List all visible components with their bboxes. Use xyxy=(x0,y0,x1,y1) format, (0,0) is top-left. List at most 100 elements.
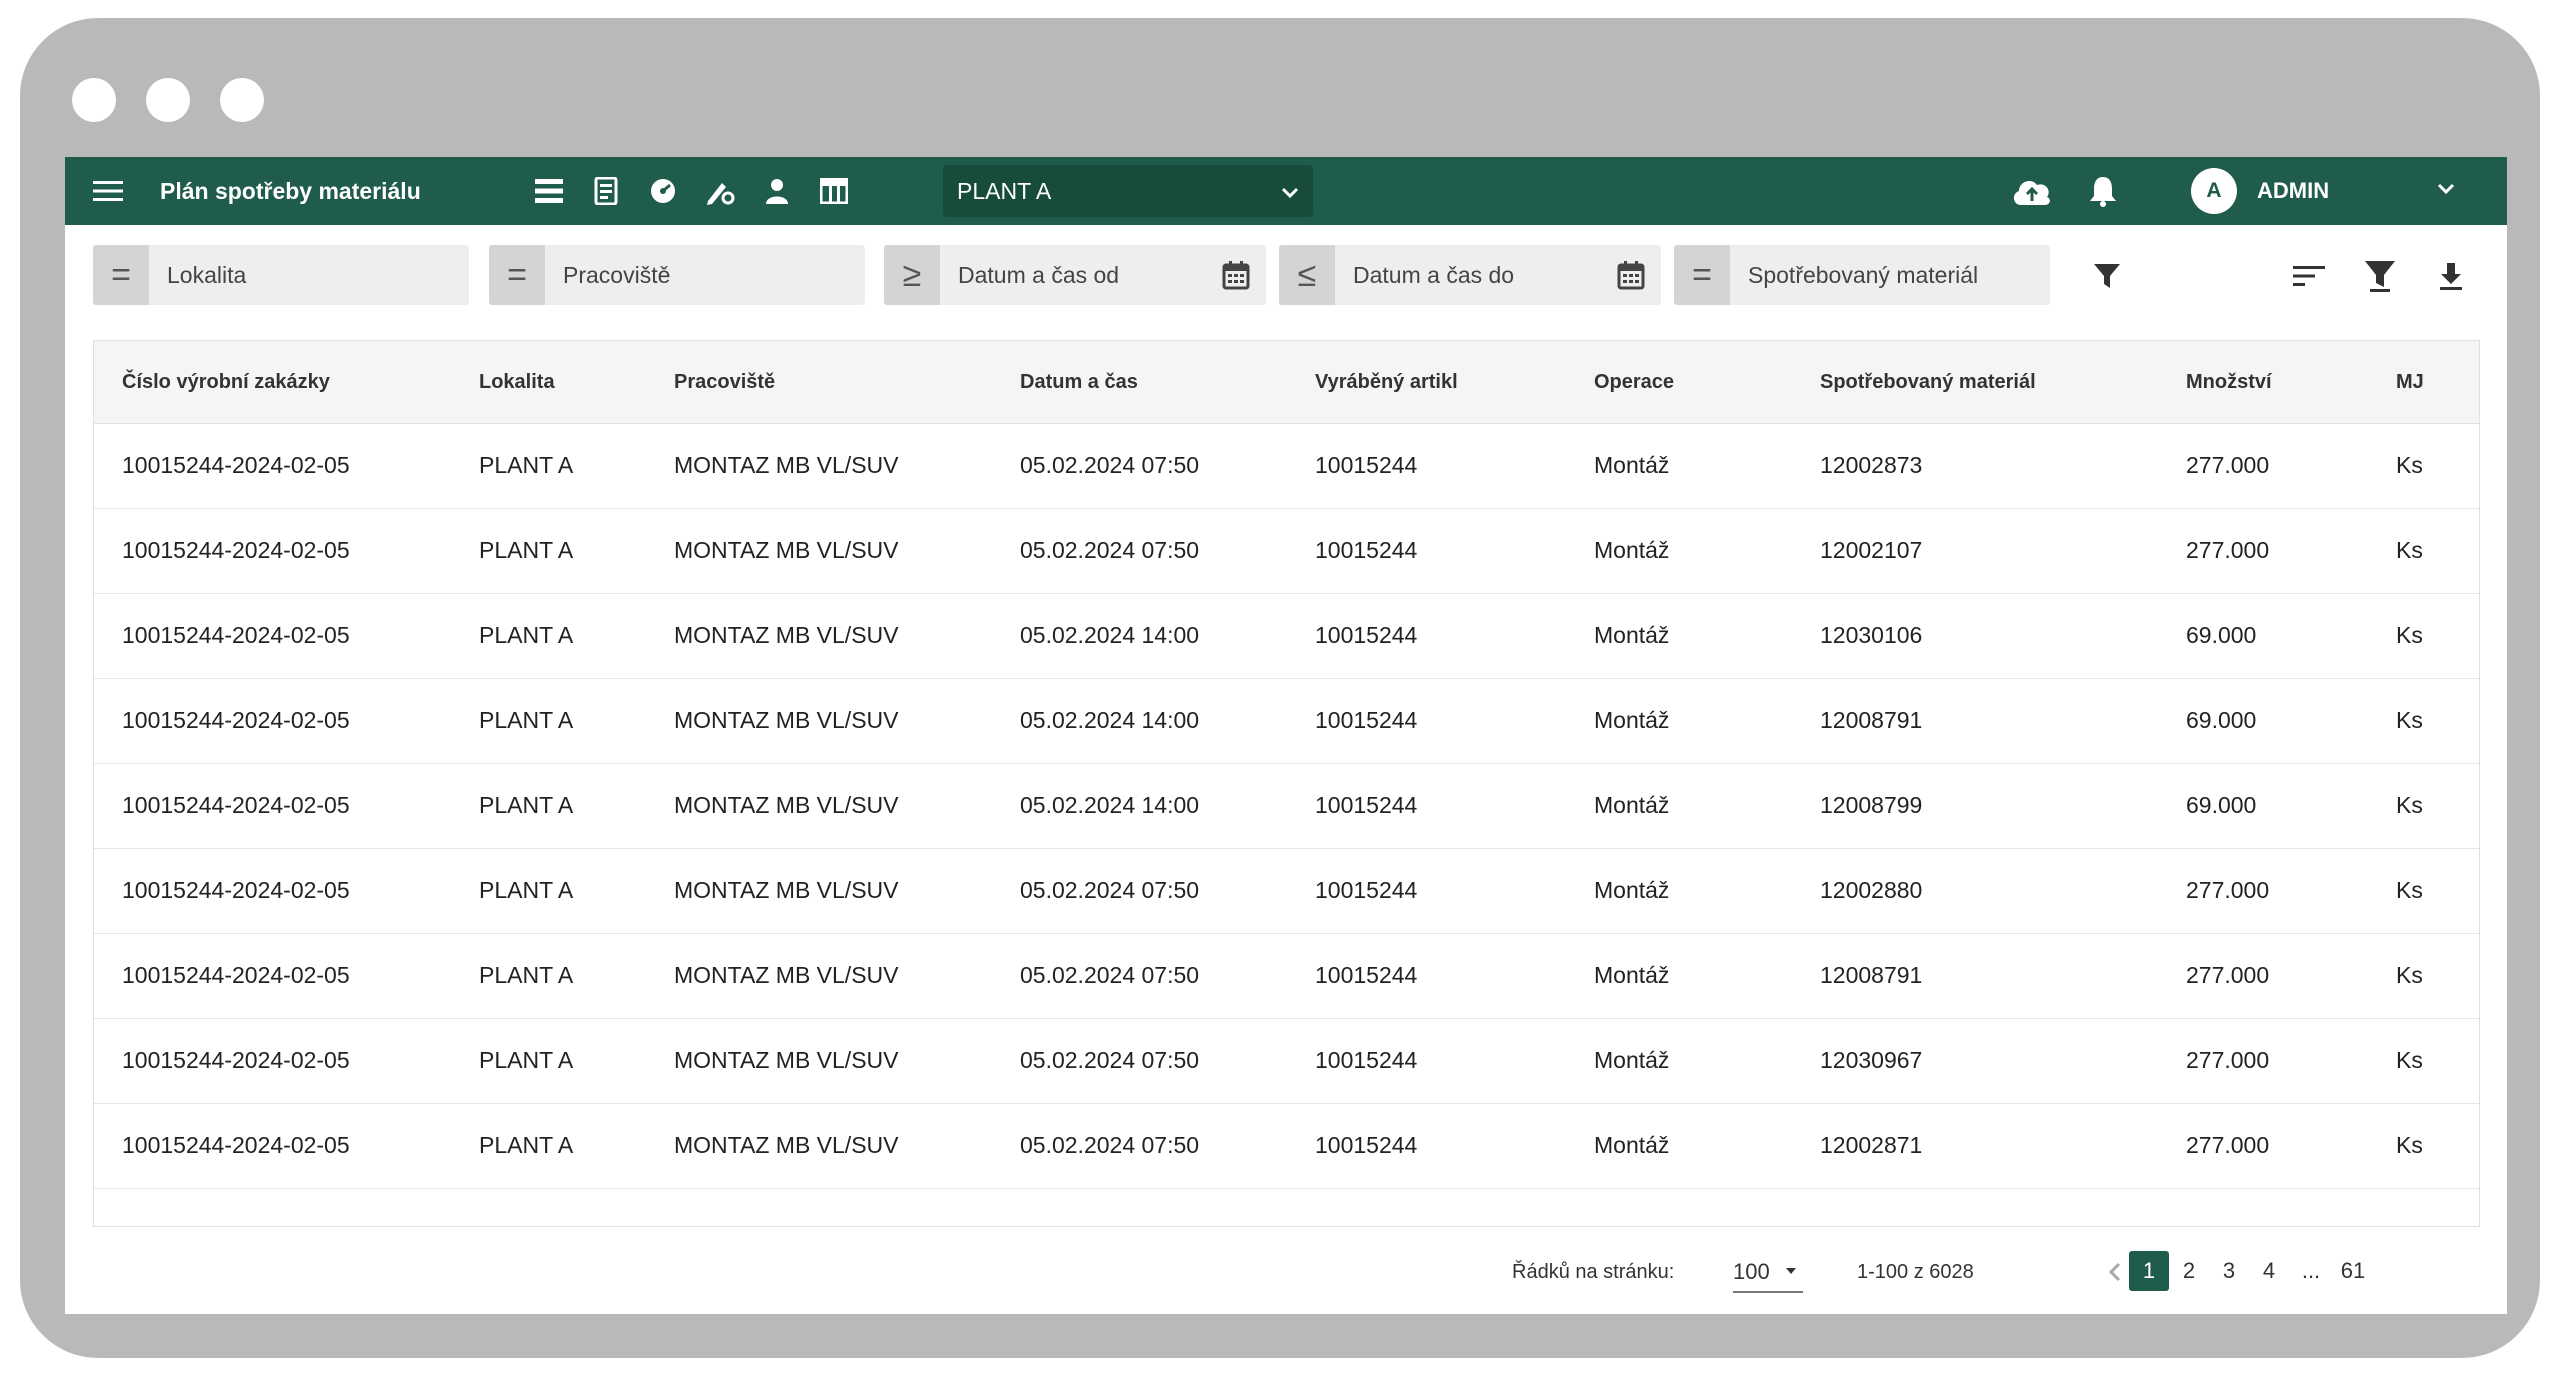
page-number-button[interactable]: 2 xyxy=(2169,1251,2209,1291)
filter-bar: = Lokalita = Pracoviště ≥ Datum a čas od… xyxy=(65,225,2507,327)
filter-label: Spotřebovaný materiál xyxy=(1748,261,1979,288)
filter-operator[interactable]: = xyxy=(1674,245,1730,305)
col-mnozstvi-cell: 69.000 xyxy=(2186,622,2257,648)
col-vyrabeny-artikl-cell: 10015244 xyxy=(1315,1132,1418,1158)
app-title: Plán spotřeby materiálu xyxy=(160,178,421,204)
table-row[interactable]: 10015244-2024-02-05 PLANT A MONTAZ MB VL/S… xyxy=(94,423,2479,509)
page-number-button[interactable]: 3 xyxy=(2209,1251,2249,1291)
edit-settings-icon[interactable] xyxy=(702,157,738,225)
col-cislo-zakazky-cell: 10015244-2024-02-05 xyxy=(122,792,350,818)
filter-operator[interactable]: = xyxy=(93,245,149,305)
col-datum-cas-header[interactable]: Datum a čas xyxy=(1020,341,1138,423)
col-datum-cas-cell: 05.02.2024 07:50 xyxy=(1020,877,1200,903)
plant-select-value: PLANT A xyxy=(957,177,1052,204)
col-cislo-zakazky-cell: 10015244-2024-02-05 xyxy=(122,962,350,988)
col-cislo-zakazky-cell: 10015244-2024-02-05 xyxy=(122,622,350,648)
col-cislo-zakazky-header[interactable]: Číslo výrobní zakázky xyxy=(122,341,330,423)
col-mj-cell: Ks xyxy=(2396,1132,2423,1158)
caret-down-icon xyxy=(1785,1251,1797,1306)
table-row[interactable]: 10015244-2024-02-05 PLANT A MONTAZ MB VL/S… xyxy=(94,933,2479,1019)
table-scroll-fade xyxy=(94,1196,2479,1226)
app-window: Plán spotřeby materiálu PLANT A A ADMIN … xyxy=(65,157,2507,1314)
page-number-button[interactable]: 61 xyxy=(2333,1251,2373,1291)
page-number-button[interactable]: 4 xyxy=(2249,1251,2289,1291)
filter-label: Datum a čas od xyxy=(958,261,1120,288)
page-range: 1-100 z 6028 xyxy=(1857,1261,1974,1283)
page-number-button[interactable]: 1 xyxy=(2129,1251,2169,1291)
download-icon[interactable] xyxy=(2426,251,2476,301)
filter-spotrebovany-material[interactable]: = Spotřebovaný materiál xyxy=(1674,245,2050,305)
col-datum-cas-cell: 05.02.2024 14:00 xyxy=(1020,792,1200,818)
col-pracoviste-cell: MONTAZ MB VL/SUV xyxy=(674,962,899,988)
col-datum-cas-cell: 05.02.2024 07:50 xyxy=(1020,962,1200,988)
filter-lokalita[interactable]: = Lokalita xyxy=(93,245,469,305)
top-app-bar: Plán spotřeby materiálu PLANT A A ADMIN xyxy=(65,157,2507,225)
col-lokalita-cell: PLANT A xyxy=(479,1047,574,1073)
col-mnozstvi-cell: 277.000 xyxy=(2186,962,2270,988)
plant-select[interactable]: PLANT A xyxy=(943,165,1313,217)
filter-operator[interactable]: = xyxy=(489,245,545,305)
bell-notification-icon[interactable] xyxy=(2083,157,2123,225)
rows-per-page-select[interactable]: 100 xyxy=(1733,1251,1803,1293)
window-dot-maximize[interactable] xyxy=(220,78,264,122)
col-lokalita-cell: PLANT A xyxy=(479,452,574,478)
col-spotrebovany-material-header[interactable]: Spotřebovaný materiál xyxy=(1820,341,2036,423)
col-operace-cell: Montáž xyxy=(1594,707,1670,733)
col-lokalita-header[interactable]: Lokalita xyxy=(479,341,555,423)
chevron-down-icon xyxy=(2437,182,2455,200)
col-pracoviste-cell: MONTAZ MB VL/SUV xyxy=(674,707,899,733)
col-vyrabeny-artikl-cell: 10015244 xyxy=(1315,962,1418,988)
filter-operator[interactable]: ≥ xyxy=(884,245,940,305)
col-pracoviste-header[interactable]: Pracoviště xyxy=(674,341,775,423)
apply-filter-icon[interactable] xyxy=(2082,251,2132,301)
col-spotrebovany-material-cell: 12002880 xyxy=(1820,877,1923,903)
col-pracoviste-cell: MONTAZ MB VL/SUV xyxy=(674,1047,899,1073)
col-vyrabeny-artikl-cell: 10015244 xyxy=(1315,452,1418,478)
filter-datum-do[interactable]: ≤ Datum a čas do xyxy=(1279,245,1661,305)
table-row[interactable]: 10015244-2024-02-05 PLANT A MONTAZ MB VL/S… xyxy=(94,763,2479,849)
list-view-icon[interactable] xyxy=(531,157,567,225)
page-ellipsis: ... xyxy=(2301,1258,2321,1283)
table-row[interactable]: 10015244-2024-02-05 PLANT A MONTAZ MB VL/S… xyxy=(94,593,2479,679)
col-spotrebovany-material-cell: 12030967 xyxy=(1820,1047,1923,1073)
table-icon[interactable] xyxy=(816,157,852,225)
col-mnozstvi-header[interactable]: Množství xyxy=(2186,341,2272,423)
table-row[interactable]: 10015244-2024-02-05 PLANT A MONTAZ MB VL/S… xyxy=(94,1103,2479,1189)
window-dot-minimize[interactable] xyxy=(146,78,190,122)
col-spotrebovany-material-cell: 12008799 xyxy=(1820,792,1923,818)
document-icon[interactable] xyxy=(588,157,624,225)
col-datum-cas-cell: 05.02.2024 07:50 xyxy=(1020,1132,1200,1158)
col-mj-header[interactable]: MJ xyxy=(2396,341,2424,423)
sort-icon[interactable] xyxy=(2284,251,2334,301)
avatar: A xyxy=(2191,168,2237,214)
clear-filter-icon[interactable] xyxy=(2355,251,2405,301)
table-row[interactable]: 10015244-2024-02-05 PLANT A MONTAZ MB VL/S… xyxy=(94,848,2479,934)
col-spotrebovany-material-cell: 12002871 xyxy=(1820,1132,1923,1158)
filter-label: Datum a čas do xyxy=(1353,261,1515,288)
col-vyrabeny-artikl-header[interactable]: Vyráběný artikl xyxy=(1315,341,1458,423)
col-mnozstvi-cell: 277.000 xyxy=(2186,1047,2270,1073)
calendar-icon[interactable] xyxy=(1611,245,1651,305)
col-datum-cas-cell: 05.02.2024 14:00 xyxy=(1020,622,1200,648)
user-menu[interactable]: A ADMIN xyxy=(2191,157,2455,225)
window-dot-close[interactable] xyxy=(72,78,116,122)
calendar-icon[interactable] xyxy=(1216,245,1256,305)
filter-operator[interactable]: ≤ xyxy=(1279,245,1335,305)
col-operace-header[interactable]: Operace xyxy=(1594,341,1674,423)
gauge-icon[interactable] xyxy=(645,157,681,225)
chevron-down-icon xyxy=(1281,178,1299,205)
col-lokalita-cell: PLANT A xyxy=(479,1132,574,1158)
table-row[interactable]: 10015244-2024-02-05 PLANT A MONTAZ MB VL/S… xyxy=(94,508,2479,594)
person-icon[interactable] xyxy=(759,157,795,225)
col-mnozstvi-cell: 69.000 xyxy=(2186,707,2257,733)
hamburger-menu-icon[interactable] xyxy=(91,157,125,225)
filter-datum-od[interactable]: ≥ Datum a čas od xyxy=(884,245,1266,305)
col-lokalita-cell: PLANT A xyxy=(479,792,574,818)
col-vyrabeny-artikl-cell: 10015244 xyxy=(1315,877,1418,903)
col-lokalita-cell: PLANT A xyxy=(479,962,574,988)
filter-pracoviste[interactable]: = Pracoviště xyxy=(489,245,865,305)
cloud-upload-icon[interactable] xyxy=(2007,157,2057,225)
filter-label: Lokalita xyxy=(167,261,247,288)
table-row[interactable]: 10015244-2024-02-05 PLANT A MONTAZ MB VL/S… xyxy=(94,678,2479,764)
table-row[interactable]: 10015244-2024-02-05 PLANT A MONTAZ MB VL/S… xyxy=(94,1018,2479,1104)
